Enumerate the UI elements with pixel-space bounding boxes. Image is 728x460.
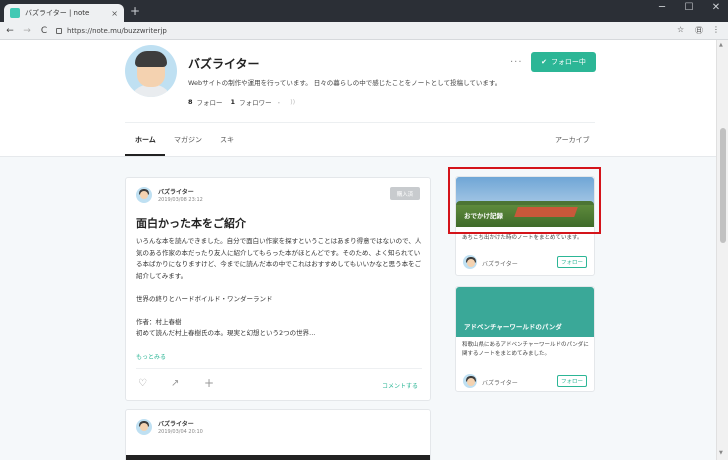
magazine-follow-button[interactable]: フォロー — [557, 256, 587, 268]
purchased-badge: 購入済 — [390, 187, 420, 200]
stats-separator: ・ — [275, 99, 283, 107]
excerpt-paragraph: いろんな本を読んできました。自分で面白い作家を探すということはあまり得意ではない… — [136, 237, 422, 280]
following-label[interactable]: フォロー — [197, 97, 223, 107]
tab-magazine[interactable]: マガジン — [174, 135, 202, 145]
scroll-down-icon[interactable]: ▼ — [719, 450, 723, 456]
tab-close-icon[interactable]: × — [111, 9, 118, 18]
magazine-cover-title: アドベンチャーワールドのパンダ — [464, 323, 562, 331]
forward-icon[interactable]: → — [20, 26, 34, 36]
article-date: 2019/03/04 20:10 — [158, 429, 203, 435]
minimize-icon[interactable]: ─ — [650, 2, 674, 13]
profile-header: バズライター Webサイトの制作や運用を行っています。 日々の暮らしの中で感じた… — [0, 40, 716, 157]
article-author[interactable]: バズライター — [158, 187, 194, 196]
browser-menu-icon[interactable]: ⋮ — [712, 25, 720, 34]
article-card[interactable]: バズライター 2019/03/04 20:10 — [125, 409, 431, 460]
excerpt-paragraph: 作者：村上春樹 初めて読んだ村上春樹氏の本。現実と幻想という2つの世界... — [136, 317, 316, 338]
add-icon[interactable]: + — [204, 376, 214, 390]
lock-icon — [56, 28, 62, 34]
following-button[interactable]: ✔ フォロー中 — [531, 52, 596, 72]
active-tab-indicator — [125, 154, 165, 156]
following-count[interactable]: 8 — [188, 98, 193, 106]
magazine-description: あちこち出かけた時のノートをまとめています。 — [462, 235, 583, 241]
article-title[interactable]: 面白かった本をご紹介 — [136, 215, 246, 231]
rss-icon[interactable]: )) — [290, 98, 295, 106]
article-excerpt: いろんな本を読んできました。自分で面白い作家を探すということはあまり得意ではない… — [136, 236, 422, 351]
card-divider — [136, 368, 422, 369]
profile-description: Webサイトの制作や運用を行っています。 日々の暮らしの中で感じたことをノートと… — [188, 79, 502, 87]
following-button-label: フォロー中 — [550, 58, 586, 66]
browser-titlebar: バズライター | note × + ─ ☐ ✕ — [0, 0, 728, 22]
scroll-up-icon[interactable]: ▲ — [719, 42, 723, 48]
header-divider — [125, 122, 595, 123]
article-card[interactable]: バズライター 2019/03/08 23:12 購入済 面白かった本をご紹介 い… — [125, 177, 431, 401]
highlight-box — [448, 167, 601, 234]
magazine-description: 和歌山県にあるアドベンチャーワールドのパンダに関するノートをまとめてみました。 — [462, 342, 589, 357]
like-icon[interactable]: ♡ — [138, 378, 147, 389]
tab-home[interactable]: ホーム — [135, 135, 156, 145]
tab-title: バズライター | note — [25, 9, 90, 17]
reload-icon[interactable]: C — [37, 26, 51, 36]
profile-avatar[interactable] — [125, 45, 177, 97]
profile-name: バズライター — [188, 57, 260, 71]
magazine-author[interactable]: バズライター — [482, 259, 518, 268]
excerpt-paragraph: 世界の終りとハードボイルド・ワンダーランド — [136, 294, 273, 303]
more-options-icon[interactable]: ··· — [510, 57, 523, 68]
magazine-author-avatar[interactable] — [463, 374, 477, 388]
page-scrollbar[interactable]: ▲ ▼ — [716, 40, 728, 460]
magazine-author[interactable]: バズライター — [482, 378, 518, 387]
tab-likes[interactable]: スキ — [220, 135, 234, 145]
user-check-icon: ✔ — [541, 58, 547, 66]
back-icon[interactable]: ← — [3, 26, 17, 36]
read-more-link[interactable]: もっとみる — [136, 352, 166, 361]
magazine-author-avatar[interactable] — [463, 255, 477, 269]
video-thumbnail[interactable] — [126, 455, 430, 460]
article-date: 2019/03/08 23:12 — [158, 197, 203, 203]
share-icon[interactable]: ↗ — [171, 378, 179, 389]
translate-icon[interactable]: ㊐ — [695, 25, 703, 36]
address-bar: ← → C https://note.mu/buzzwriterjp ☆ ㊐ ⋮ — [0, 22, 728, 40]
url-field[interactable]: https://note.mu/buzzwriterjp — [56, 25, 666, 37]
magazine-follow-button[interactable]: フォロー — [557, 375, 587, 387]
new-tab-button[interactable]: + — [130, 4, 140, 18]
note-favicon-icon — [10, 8, 20, 18]
magazine-cover-image[interactable]: アドベンチャーワールドのパンダ — [456, 287, 594, 337]
follow-stats: 8 フォロー 1 フォロワー ・ )) — [188, 97, 295, 107]
bookmark-star-icon[interactable]: ☆ — [677, 25, 684, 34]
close-window-icon[interactable]: ✕ — [704, 2, 728, 13]
followers-count[interactable]: 1 — [231, 98, 236, 106]
browser-tab[interactable]: バズライター | note × — [4, 4, 124, 22]
tab-archive[interactable]: アーカイブ — [555, 135, 590, 145]
url-text: https://note.mu/buzzwriterjp — [67, 27, 167, 35]
article-author[interactable]: バズライター — [158, 419, 194, 428]
maximize-icon[interactable]: ☐ — [677, 2, 701, 13]
magazine-card[interactable]: アドベンチャーワールドのパンダ 和歌山県にあるアドベンチャーワールドのパンダに関… — [455, 286, 595, 392]
comment-link[interactable]: コメントする — [382, 381, 418, 390]
followers-label[interactable]: フォロワー — [239, 97, 272, 107]
scroll-thumb[interactable] — [720, 128, 726, 243]
author-avatar[interactable] — [136, 187, 152, 203]
author-avatar[interactable] — [136, 419, 152, 435]
